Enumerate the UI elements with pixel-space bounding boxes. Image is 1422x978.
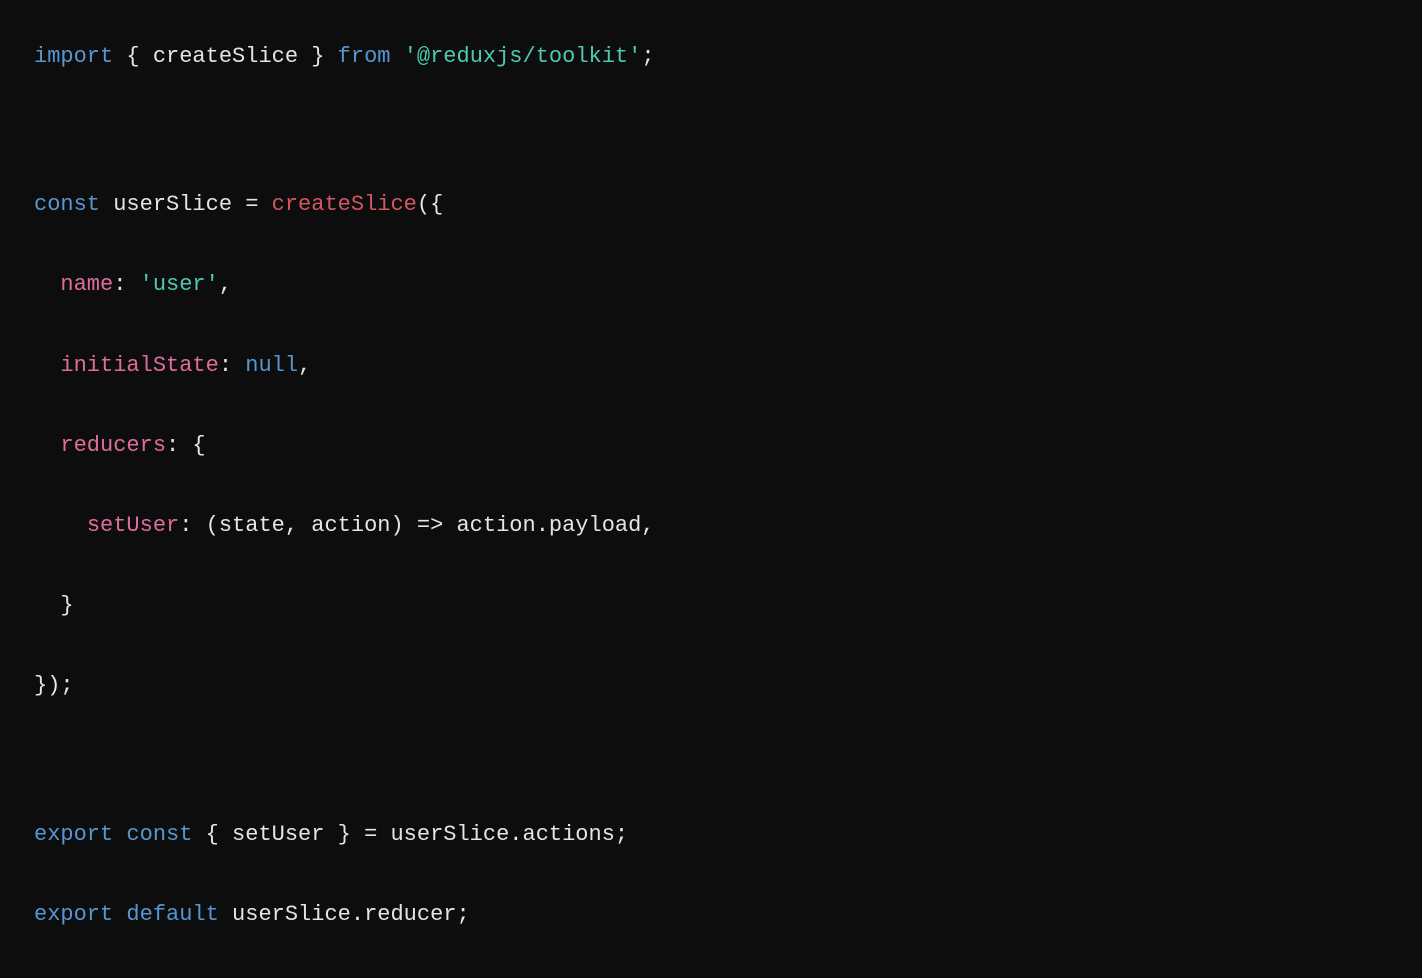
code-line-11: export const { setUser } = userSlice.act… xyxy=(34,818,1388,852)
code-line-7: setUser: (state, action) => action.paylo… xyxy=(34,509,1388,543)
code-line-12: export default userSlice.reducer; xyxy=(34,898,1388,932)
code-line-4: name: 'user', xyxy=(34,268,1388,302)
string-user: 'user' xyxy=(140,272,219,297)
code-line-9: }); xyxy=(34,669,1388,703)
code-line-6: reducers: { xyxy=(34,429,1388,463)
prop-name: name xyxy=(60,272,113,297)
keyword-export: export xyxy=(34,902,113,927)
keyword-default: default xyxy=(126,902,218,927)
prop-setuser: setUser xyxy=(87,513,179,538)
string-module: '@reduxjs/toolkit' xyxy=(404,44,642,69)
keyword-const: const xyxy=(126,822,192,847)
code-line-1: import { createSlice } from '@reduxjs/to… xyxy=(34,40,1388,74)
fn-createSlice: createSlice xyxy=(272,192,417,217)
code-block: import { createSlice } from '@reduxjs/to… xyxy=(34,40,1388,978)
code-line-3: const userSlice = createSlice({ xyxy=(34,188,1388,222)
keyword-null: null xyxy=(245,353,298,378)
keyword-from: from xyxy=(338,44,391,69)
code-line-8: } xyxy=(34,589,1388,623)
keyword-const: const xyxy=(34,192,100,217)
prop-initialstate: initialState xyxy=(60,353,218,378)
blank-line xyxy=(34,120,1388,154)
keyword-export: export xyxy=(34,822,113,847)
code-line-5: initialState: null, xyxy=(34,349,1388,383)
blank-line xyxy=(34,750,1388,784)
prop-reducers: reducers xyxy=(60,433,166,458)
keyword-import: import xyxy=(34,44,113,69)
